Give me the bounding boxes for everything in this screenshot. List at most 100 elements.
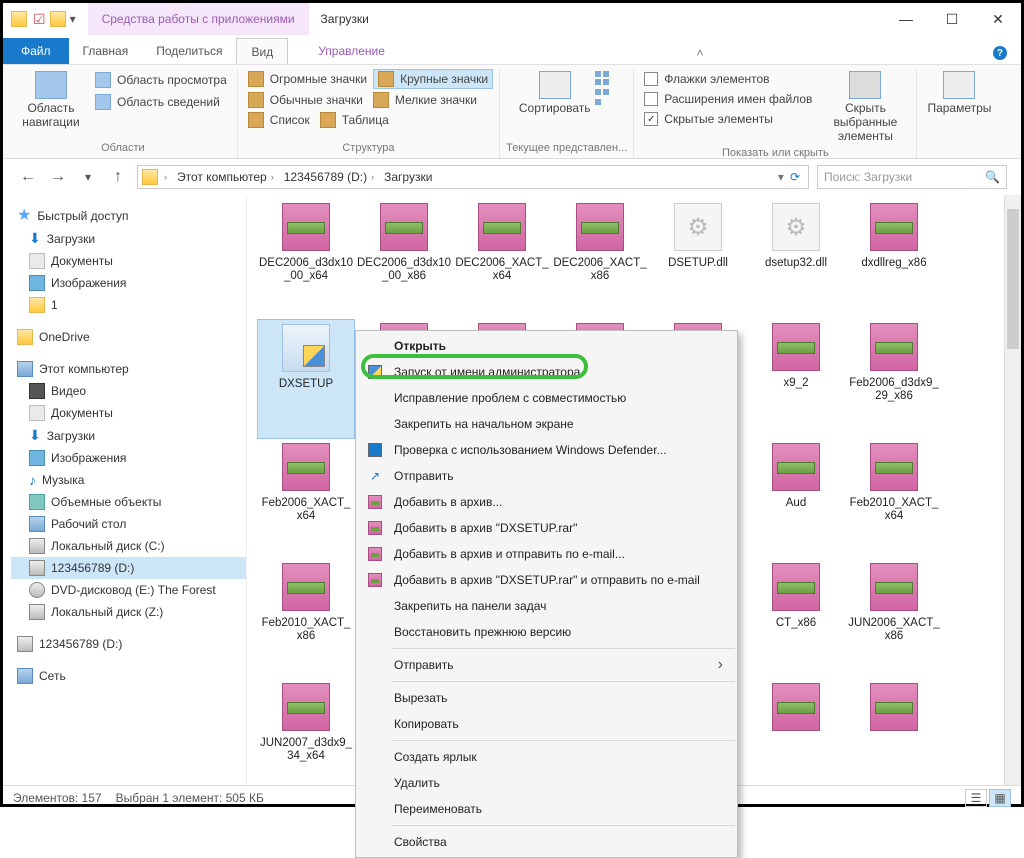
sidebar-folder-1[interactable]: 1	[11, 294, 246, 316]
file-item[interactable]: x9_2	[747, 319, 845, 439]
file-item[interactable]: JUN2006_XACT_x86	[845, 559, 943, 679]
file-item[interactable]: DEC2006_d3dx10_00_x64	[257, 199, 355, 319]
ctx-copy[interactable]: Копировать	[356, 711, 737, 737]
filename-extensions-toggle[interactable]: Расширения имен файлов	[640, 91, 816, 107]
large-icons-button[interactable]: Крупные значки	[373, 69, 493, 89]
nav-pane-button[interactable]: Область навигации	[15, 69, 87, 131]
breadcrumb-pc[interactable]: Этот компьютер›	[173, 170, 278, 184]
breadcrumb-folder[interactable]: Загрузки	[380, 170, 436, 184]
history-dropdown-icon[interactable]: ▾	[778, 170, 784, 184]
file-item[interactable]: dxdllreg_x86	[845, 199, 943, 319]
ctx-pin-taskbar[interactable]: Закрепить на панели задач	[356, 593, 737, 619]
medium-icons-button[interactable]: Обычные значки	[244, 91, 367, 109]
crumb-separator[interactable]: ›	[160, 172, 171, 182]
vertical-scrollbar[interactable]	[1004, 195, 1021, 785]
collapse-ribbon-icon[interactable]: ˄	[696, 46, 703, 64]
sidebar-pictures[interactable]: Изображения	[11, 447, 246, 469]
help-icon[interactable]: ?	[993, 45, 1007, 65]
file-item[interactable]: Feb2010_XACT_x86	[257, 559, 355, 679]
sidebar-this-pc[interactable]: Этот компьютер	[11, 358, 246, 380]
details-view-button[interactable]: ☰	[965, 789, 987, 807]
file-item[interactable]: JUN2007_d3dx9_34_x64	[257, 679, 355, 785]
sidebar-downloads[interactable]: ⬇Загрузки	[11, 424, 246, 447]
tab-file[interactable]: Файл	[3, 38, 69, 64]
file-item[interactable]: Aud	[747, 439, 845, 559]
sidebar-network[interactable]: Сеть	[11, 665, 246, 687]
ctx-troubleshoot[interactable]: Исправление проблем с совместимостью	[356, 385, 737, 411]
file-item[interactable]: DEC2006_XACT_x86	[551, 199, 649, 319]
ctx-open[interactable]: Открыть	[356, 333, 737, 359]
file-item[interactable]	[747, 679, 845, 785]
refresh-icon[interactable]: ⟳	[786, 170, 804, 184]
preview-pane-button[interactable]: Область просмотра	[91, 71, 231, 89]
hide-selected-button[interactable]: Скрыть выбранные элементы	[820, 69, 910, 145]
file-item[interactable]: DSETUP.dll	[649, 199, 747, 319]
tab-manage[interactable]: Управление	[288, 38, 415, 64]
ctx-cut[interactable]: Вырезать	[356, 685, 737, 711]
breadcrumb-drive[interactable]: 123456789 (D:)›	[280, 170, 378, 184]
sidebar-documents[interactable]: Документы	[11, 250, 246, 272]
sidebar-drive-d[interactable]: 123456789 (D:)	[11, 557, 246, 579]
address-bar[interactable]: › Этот компьютер› 123456789 (D:)› Загруз…	[137, 165, 809, 189]
file-item[interactable]	[845, 679, 943, 785]
checkbox-icon[interactable]: ☑	[33, 11, 46, 28]
hidden-items-toggle[interactable]: ✓Скрытые элементы	[640, 111, 816, 127]
file-item[interactable]: DEC2006_XACT_x64	[453, 199, 551, 319]
ctx-share[interactable]: ↗Отправить	[356, 463, 737, 489]
sidebar-onedrive[interactable]: OneDrive	[11, 326, 246, 348]
ctx-rename[interactable]: Переименовать	[356, 796, 737, 822]
sidebar-quick-access[interactable]: ★Быстрый доступ	[11, 205, 246, 227]
folder-icon[interactable]	[50, 11, 66, 27]
sidebar-drive-d-root[interactable]: 123456789 (D:)	[11, 633, 246, 655]
tab-home[interactable]: Главная	[69, 38, 143, 64]
size-columns-icon[interactable]	[595, 99, 609, 105]
details-pane-button[interactable]: Область сведений	[91, 93, 231, 111]
sidebar-local-c[interactable]: Локальный диск (C:)	[11, 535, 246, 557]
ctx-add-archive[interactable]: Добавить в архив...	[356, 489, 737, 515]
sidebar-desktop[interactable]: Рабочий стол	[11, 513, 246, 535]
small-icons-button[interactable]: Мелкие значки	[369, 91, 481, 109]
sidebar-dvd[interactable]: DVD-дисковод (E:) The Forest	[11, 579, 246, 601]
chevron-down-icon[interactable]: ▾	[70, 12, 76, 26]
file-item[interactable]: DEC2006_d3dx10_00_x86	[355, 199, 453, 319]
sidebar-videos[interactable]: Видео	[11, 380, 246, 402]
sidebar-local-z[interactable]: Локальный диск (Z:)	[11, 601, 246, 623]
file-item[interactable]: Feb2006_XACT_x64	[257, 439, 355, 559]
ctx-add-email-named[interactable]: Добавить в архив "DXSETUP.rar" и отправи…	[356, 567, 737, 593]
ctx-restore[interactable]: Восстановить прежнюю версию	[356, 619, 737, 645]
file-item[interactable]: CT_x86	[747, 559, 845, 679]
ctx-defender[interactable]: Проверка с использованием Windows Defend…	[356, 437, 737, 463]
ctx-delete[interactable]: Удалить	[356, 770, 737, 796]
file-item[interactable]: dsetup32.dll	[747, 199, 845, 319]
recent-locations-button[interactable]: ▾	[77, 166, 99, 188]
ctx-pin-start[interactable]: Закрепить на начальном экране	[356, 411, 737, 437]
sidebar-3d-objects[interactable]: Объемные объекты	[11, 491, 246, 513]
group-by-icon[interactable]	[595, 71, 609, 85]
ctx-add-email[interactable]: Добавить в архив и отправить по e-mail..…	[356, 541, 737, 567]
item-checkboxes-toggle[interactable]: Флажки элементов	[640, 71, 816, 87]
file-item[interactable]: Feb2010_XACT_x64	[845, 439, 943, 559]
sidebar-downloads[interactable]: ⬇Загрузки	[11, 227, 246, 250]
icons-view-button[interactable]: ▦	[989, 789, 1011, 807]
ctx-add-archive-named[interactable]: Добавить в архив "DXSETUP.rar"	[356, 515, 737, 541]
maximize-button[interactable]: ☐	[929, 3, 975, 35]
options-button[interactable]: Параметры	[923, 69, 995, 117]
sidebar-music[interactable]: ♪Музыка	[11, 469, 246, 491]
search-input[interactable]: Поиск: Загрузки 🔍	[817, 165, 1007, 189]
ctx-create-shortcut[interactable]: Создать ярлык	[356, 744, 737, 770]
ctx-send-to[interactable]: Отправить	[356, 652, 737, 678]
tab-view[interactable]: Вид	[236, 38, 288, 64]
tab-share[interactable]: Поделиться	[142, 38, 236, 64]
details-button[interactable]: Таблица	[316, 111, 393, 129]
forward-button[interactable]: →	[47, 166, 69, 188]
add-columns-icon[interactable]	[595, 89, 609, 95]
scrollbar-thumb[interactable]	[1007, 209, 1019, 349]
close-button[interactable]: ✕	[975, 3, 1021, 35]
extra-large-icons-button[interactable]: Огромные значки	[244, 69, 371, 89]
file-item[interactable]: DXSETUP	[257, 319, 355, 439]
sidebar-documents[interactable]: Документы	[11, 402, 246, 424]
up-button[interactable]: ↑	[107, 166, 129, 188]
ctx-run-as-admin[interactable]: Запуск от имени администратора	[356, 359, 737, 385]
minimize-button[interactable]: —	[883, 3, 929, 35]
file-item[interactable]: Feb2006_d3dx9_29_x86	[845, 319, 943, 439]
